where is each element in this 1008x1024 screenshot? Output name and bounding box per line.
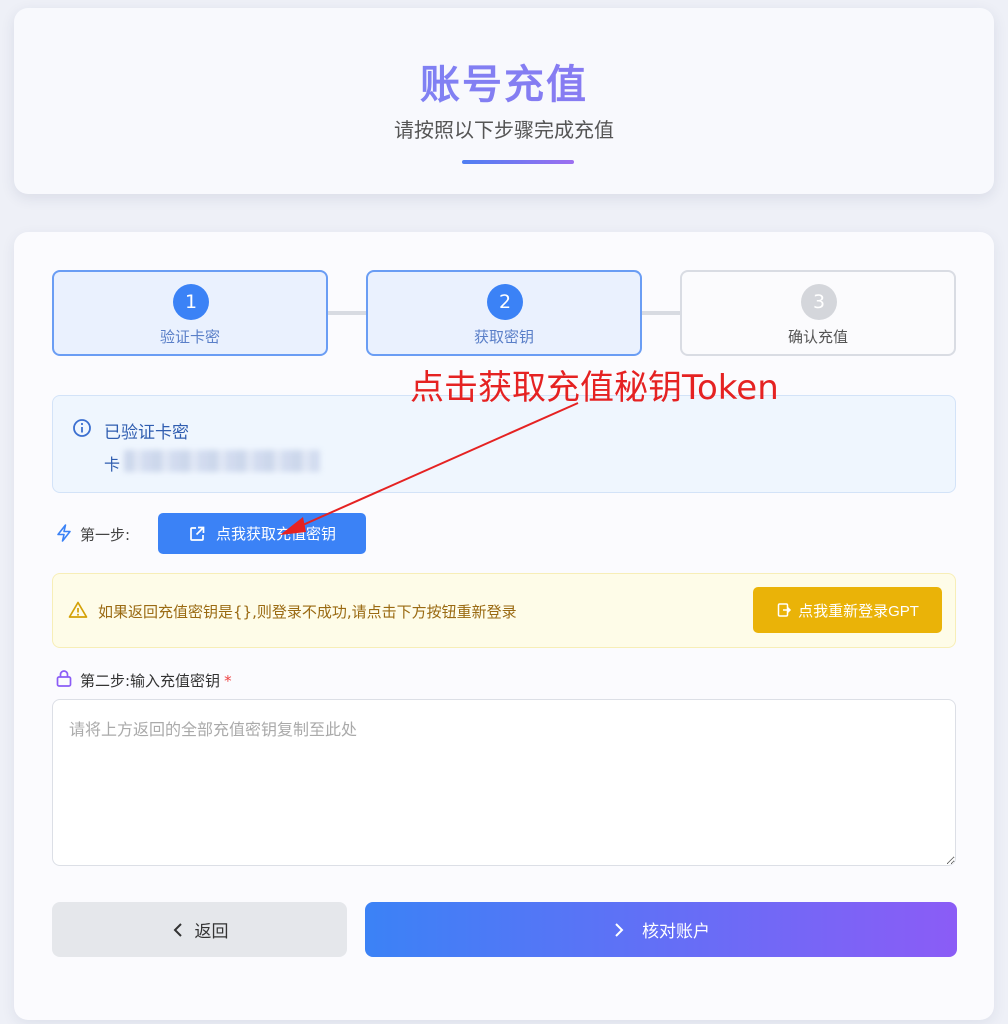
annotation-arrow (280, 402, 579, 535)
